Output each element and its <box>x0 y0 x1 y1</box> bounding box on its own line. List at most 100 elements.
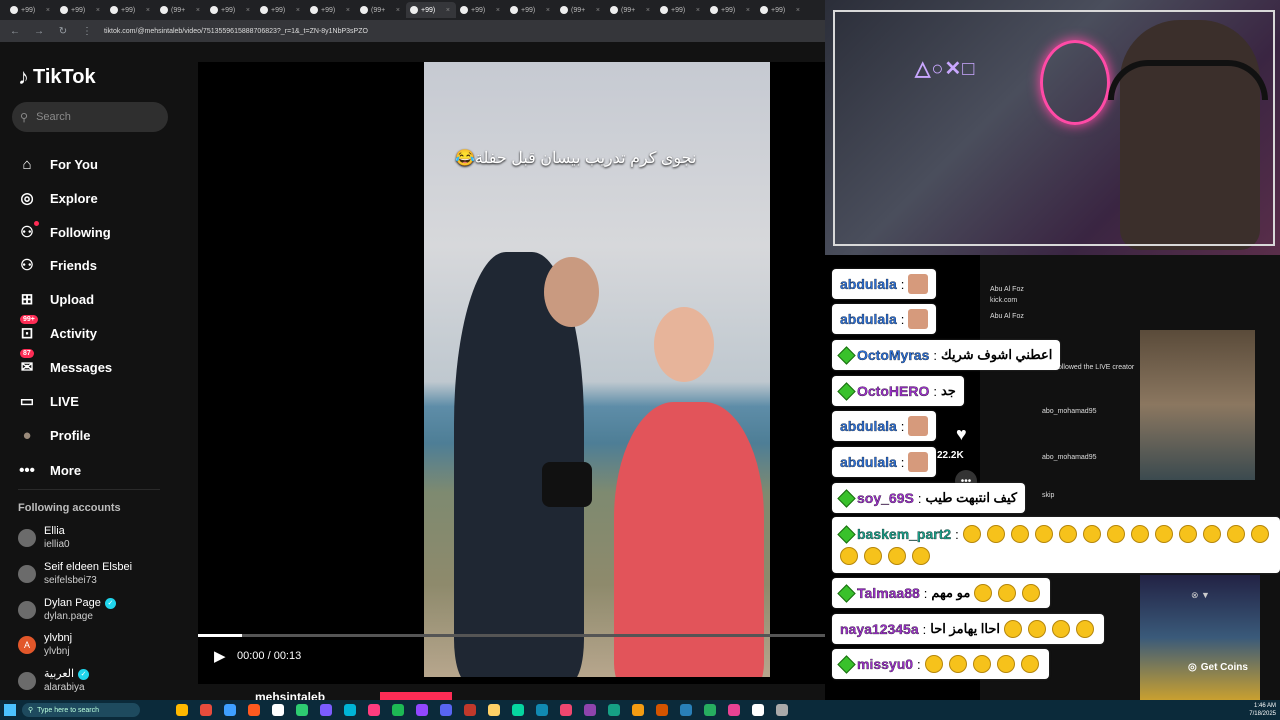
taskbar-app-icon[interactable] <box>608 704 620 716</box>
chat-username[interactable]: baskem_part2 <box>857 526 951 542</box>
like-heart-icon[interactable]: ♥ <box>956 424 967 445</box>
chat-username[interactable]: abdulala <box>840 276 897 292</box>
browser-tab[interactable]: +99) × <box>756 2 806 18</box>
browser-tab[interactable]: +99) × <box>506 2 556 18</box>
taskbar-app-icon[interactable] <box>248 704 260 716</box>
site-info-icon[interactable]: ⋮ <box>80 26 94 37</box>
reload-icon[interactable]: ↻ <box>56 26 70 37</box>
browser-tab[interactable]: +99) × <box>456 2 506 18</box>
follow-button[interactable] <box>380 692 452 700</box>
chat-username[interactable]: abdulala <box>840 454 897 470</box>
back-icon[interactable]: ← <box>8 26 22 37</box>
close-tab-icon[interactable]: × <box>796 7 800 14</box>
nav-item-for-you[interactable]: ⌂ For You <box>18 155 97 173</box>
taskbar-app-icon[interactable] <box>728 704 740 716</box>
taskbar-app-icon[interactable] <box>176 704 188 716</box>
taskbar-app-icon[interactable] <box>272 704 284 716</box>
taskbar-app-icon[interactable] <box>440 704 452 716</box>
taskbar-app-icon[interactable] <box>776 704 788 716</box>
taskbar-app-icon[interactable] <box>632 704 644 716</box>
close-tab-icon[interactable]: × <box>146 7 150 14</box>
nav-item-explore[interactable]: ◎ Explore <box>18 189 97 207</box>
chat-dropdown-icon[interactable]: ⊗ ▼ <box>1191 590 1210 601</box>
close-tab-icon[interactable]: × <box>346 7 350 14</box>
close-tab-icon[interactable]: × <box>696 7 700 14</box>
nav-item-activity[interactable]: ⊡ 99+ Activity <box>18 315 97 342</box>
browser-tab[interactable]: (99+ × <box>356 2 406 18</box>
nav-item-following[interactable]: ⚇ Following <box>18 221 111 241</box>
chat-username[interactable]: missyu0 <box>857 656 913 672</box>
taskbar-app-icon[interactable] <box>512 704 524 716</box>
browser-tab[interactable]: +99) × <box>206 2 256 18</box>
forward-icon[interactable]: → <box>32 26 46 37</box>
url-field[interactable]: tiktok.com/@mehsintaleb/video/7513559615… <box>104 28 404 35</box>
taskbar-app-icon[interactable] <box>416 704 428 716</box>
tiktok-logo[interactable]: ♪ TikTok <box>18 64 96 90</box>
following-account[interactable]: Dylan Page ✓ dylan.page <box>18 597 116 623</box>
browser-tab[interactable]: +99) × <box>406 2 456 18</box>
video-progress-track[interactable] <box>198 634 825 637</box>
taskbar-app-icon[interactable] <box>680 704 692 716</box>
close-tab-icon[interactable]: × <box>646 7 650 14</box>
taskbar-app-icon[interactable] <box>752 704 764 716</box>
close-tab-icon[interactable]: × <box>746 7 750 14</box>
browser-tab[interactable]: (99+ × <box>156 2 206 18</box>
browser-tab[interactable]: +99) × <box>706 2 756 18</box>
nav-item-more[interactable]: ••• More <box>18 461 81 479</box>
taskbar-app-icon[interactable] <box>200 704 212 716</box>
following-account[interactable]: Seif eldeen Elsbei seifelsbei73 <box>18 561 132 587</box>
close-tab-icon[interactable]: × <box>96 7 100 14</box>
following-account[interactable]: العربية ✓ alarabiya <box>18 668 90 694</box>
following-account[interactable]: Ellia iellia0 <box>18 525 70 551</box>
chat-username[interactable]: soy_69S <box>857 490 914 506</box>
browser-tab[interactable]: (99+ × <box>556 2 606 18</box>
browser-tab[interactable]: +99) × <box>306 2 356 18</box>
taskbar-app-icon[interactable] <box>368 704 380 716</box>
get-coins-button[interactable]: ◎ Get Coins <box>1188 662 1248 673</box>
browser-tab[interactable]: +99) × <box>6 2 56 18</box>
taskbar-app-icon[interactable] <box>584 704 596 716</box>
close-tab-icon[interactable]: × <box>246 7 250 14</box>
play-icon[interactable]: ▶ <box>214 647 226 665</box>
taskbar-search-input[interactable]: ⚲ Type here to search <box>22 703 140 717</box>
taskbar-app-icon[interactable] <box>224 704 236 716</box>
nav-item-upload[interactable]: ⊞ Upload <box>18 290 94 308</box>
close-tab-icon[interactable]: × <box>446 7 450 14</box>
nav-item-live[interactable]: ▭ LIVE <box>18 392 79 410</box>
close-tab-icon[interactable]: × <box>546 7 550 14</box>
close-tab-icon[interactable]: × <box>496 7 500 14</box>
nav-item-friends[interactable]: ⚇ Friends <box>18 256 97 274</box>
taskbar-app-icon[interactable] <box>320 704 332 716</box>
taskbar-clock[interactable]: 1:46 AM 7/18/2025 <box>1249 702 1276 718</box>
close-tab-icon[interactable]: × <box>46 7 50 14</box>
windows-start-icon[interactable] <box>4 704 16 716</box>
taskbar-app-icon[interactable] <box>536 704 548 716</box>
taskbar-app-icon[interactable] <box>704 704 716 716</box>
close-tab-icon[interactable]: × <box>196 7 200 14</box>
nav-item-profile[interactable]: ● Profile <box>18 426 90 444</box>
browser-tab[interactable]: +99) × <box>56 2 106 18</box>
nav-item-messages[interactable]: ✉ 87 Messages <box>18 349 112 376</box>
taskbar-app-icon[interactable] <box>296 704 308 716</box>
taskbar-app-icon[interactable] <box>488 704 500 716</box>
taskbar-app-icon[interactable] <box>656 704 668 716</box>
taskbar-app-icon[interactable] <box>392 704 404 716</box>
browser-tab[interactable]: (99+ × <box>606 2 656 18</box>
close-tab-icon[interactable]: × <box>596 7 600 14</box>
following-account[interactable]: Aylvbnj ylvbnj <box>18 632 72 658</box>
chat-username[interactable]: naya12345a <box>840 621 919 637</box>
taskbar-app-icon[interactable] <box>344 704 356 716</box>
browser-tab[interactable]: +99) × <box>256 2 306 18</box>
chat-username[interactable]: Talmaa88 <box>857 585 920 601</box>
chat-username[interactable]: OctoHERO <box>857 383 930 399</box>
taskbar-app-icon[interactable] <box>464 704 476 716</box>
close-tab-icon[interactable]: × <box>396 7 400 14</box>
chat-username[interactable]: abdulala <box>840 311 897 327</box>
close-tab-icon[interactable]: × <box>296 7 300 14</box>
chat-username[interactable]: OctoMyras <box>857 347 930 363</box>
chat-username[interactable]: abdulala <box>840 418 897 434</box>
browser-tab[interactable]: +99) × <box>106 2 156 18</box>
taskbar-app-icon[interactable] <box>560 704 572 716</box>
search-input[interactable]: ⚲ Search <box>12 102 168 132</box>
browser-tab[interactable]: +99) × <box>656 2 706 18</box>
